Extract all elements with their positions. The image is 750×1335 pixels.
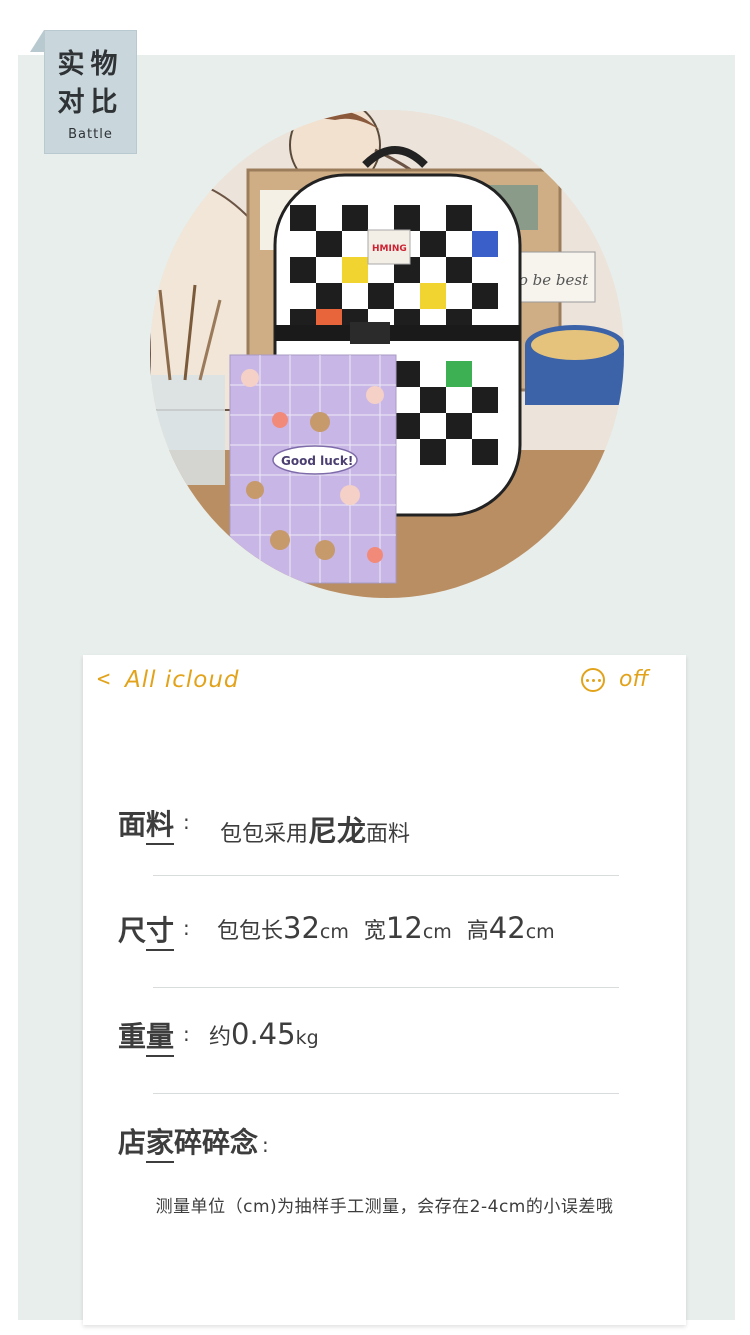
size-label: 尺寸: [118, 909, 175, 951]
weight-value: 约0.45kg: [209, 1017, 319, 1051]
weight-label-a: 重: [118, 1020, 147, 1053]
material-text1: 包包采用: [220, 822, 309, 847]
weight-colon: :: [183, 1022, 190, 1046]
spec-card: < All icloud off 面料 : 包包采用尼龙面料 尺寸 : 包包长3…: [83, 655, 686, 1325]
material-label-b: 料: [146, 808, 175, 845]
weight-label-b: 量: [146, 1020, 175, 1057]
notes-label: 店家碎碎念:: [118, 1121, 269, 1163]
off-toggle[interactable]: off: [619, 667, 648, 692]
material-bold: 尼龙: [308, 814, 367, 848]
divider-1: [153, 875, 619, 876]
weight-u1: kg: [295, 1027, 319, 1049]
board-note-text: To be best: [510, 271, 589, 289]
material-label: 面料: [118, 803, 175, 845]
size-v3: 42: [488, 911, 526, 945]
notes-label-a: 店: [118, 1126, 147, 1159]
tag-fold: [30, 30, 44, 52]
tag-line1: 实物: [57, 49, 124, 80]
more-icon[interactable]: [581, 668, 605, 692]
size-v2: 12: [385, 911, 423, 945]
product-photo: To be best HMING Good luck!: [150, 110, 624, 598]
measurement-note: 测量单位（cm)为抽样手工测量，会存在2-4cm的小误差哦: [155, 1197, 614, 1217]
weight-v1: 0.45: [231, 1017, 296, 1051]
size-label-a: 尺: [118, 914, 147, 947]
notes-label-b: 家: [146, 1126, 175, 1163]
notebook-text: Good luck!: [281, 454, 353, 468]
weight-label: 重量: [118, 1015, 175, 1057]
divider-3: [153, 1093, 619, 1094]
back-chevron-icon[interactable]: <: [97, 667, 110, 692]
size-u3: cm: [525, 921, 555, 943]
size-v1: 32: [283, 911, 320, 945]
size-u2: cm: [422, 921, 452, 943]
notes-label-c: 碎碎念: [174, 1126, 259, 1159]
material-colon: :: [183, 810, 190, 834]
tag-line2: 对比: [57, 87, 124, 118]
divider-2: [153, 987, 619, 988]
tag-subtitle: Battle: [68, 127, 113, 142]
bag-brand-label: HMING: [372, 244, 407, 254]
size-label-b: 寸: [146, 914, 175, 951]
size-p3: 高: [466, 919, 489, 944]
notebook-icon: Good luck!: [229, 354, 397, 584]
size-p2: 宽: [363, 919, 386, 944]
material-label-a: 面: [118, 808, 147, 841]
notes-colon: :: [262, 1133, 269, 1157]
size-value: 包包长32cm 宽12cm 高42cm: [217, 911, 555, 945]
size-p1: 包包长: [217, 919, 284, 944]
size-u1: cm: [319, 921, 349, 943]
material-text2: 面料: [366, 822, 411, 847]
size-colon: :: [183, 916, 190, 940]
weight-p1: 约: [209, 1025, 232, 1050]
material-value: 包包采用尼龙面料: [220, 808, 410, 850]
photo-illustration: To be best HMING Good luck!: [150, 110, 624, 598]
nav-title[interactable]: All icloud: [125, 667, 240, 693]
section-tag: 实物 对比 Battle: [44, 30, 137, 154]
